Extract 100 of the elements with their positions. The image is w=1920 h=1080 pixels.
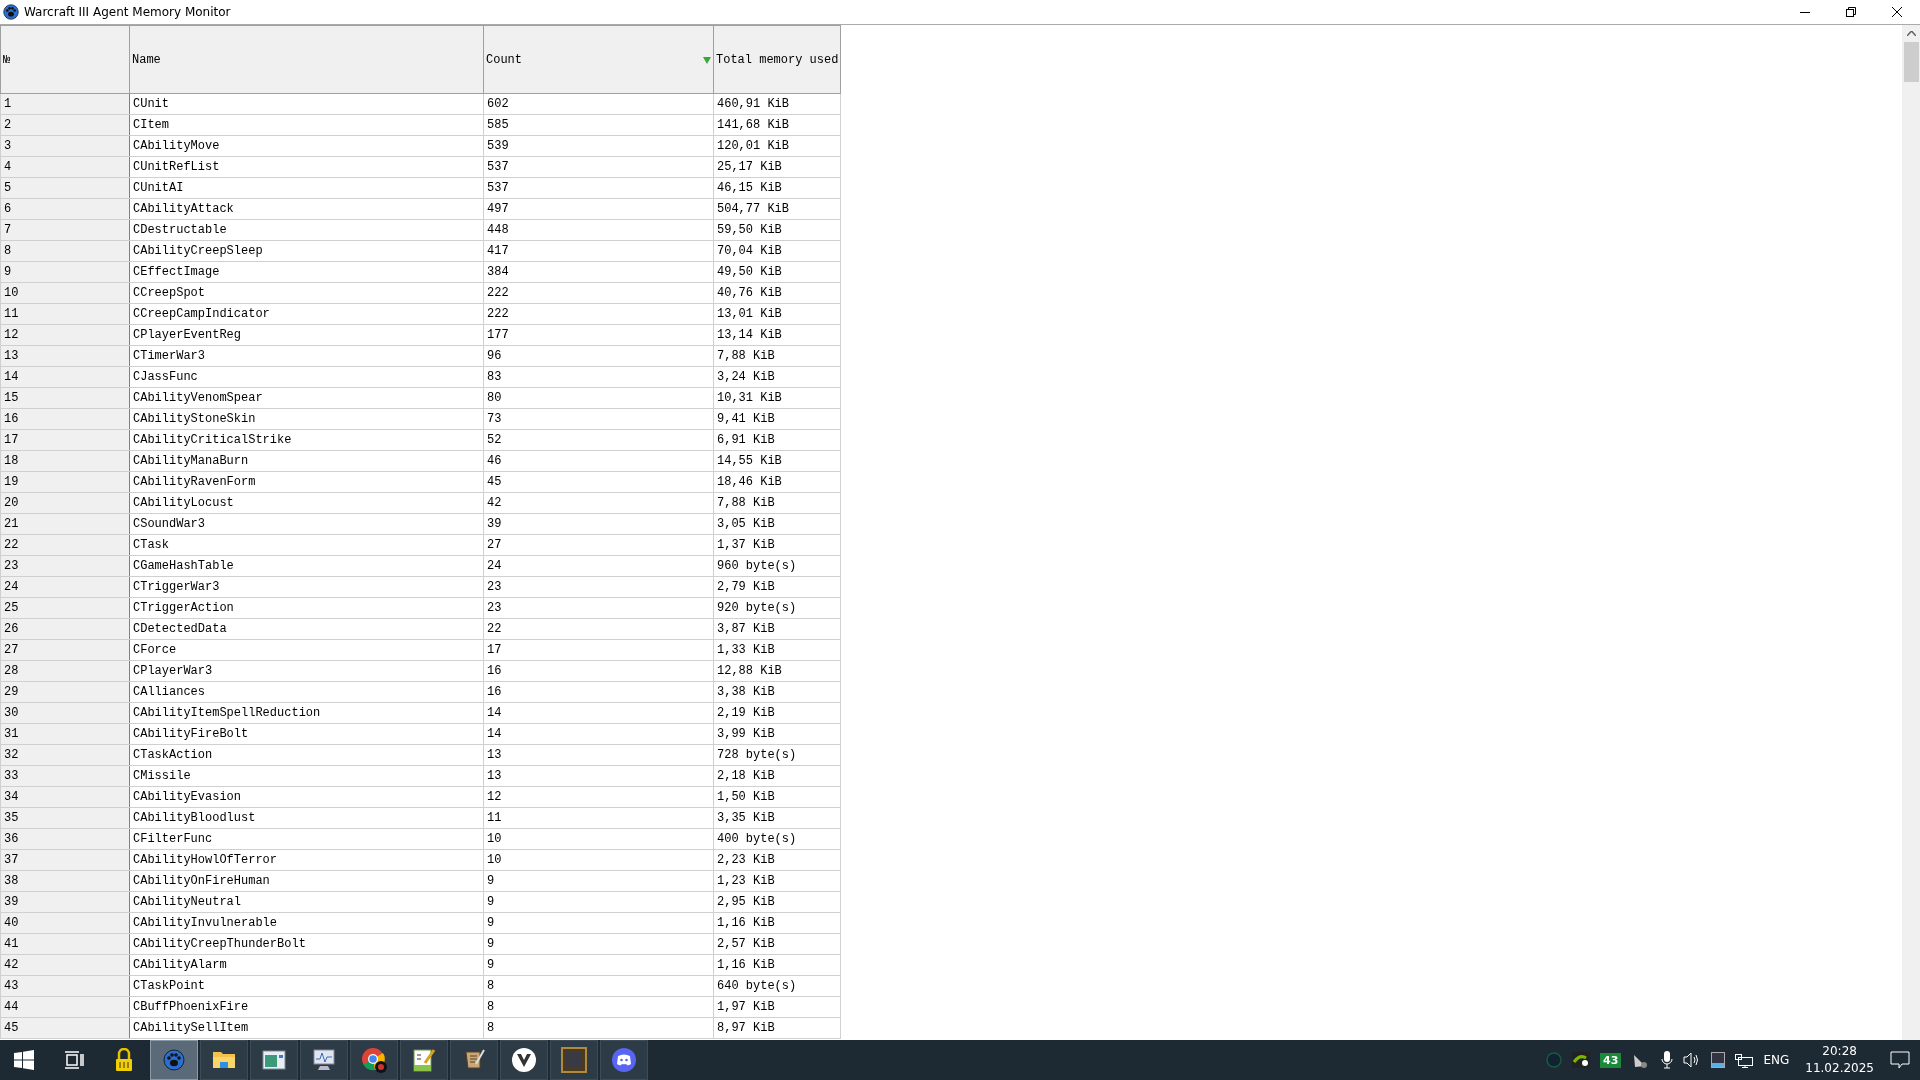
system-clock[interactable]: 20:28 11.02.2025 [1799, 1043, 1880, 1077]
row-number: 38 [0, 870, 130, 892]
memory-used: 9,41 KiB [713, 408, 841, 430]
class-name: CTaskPoint [129, 975, 484, 997]
instance-count: 497 [483, 198, 714, 220]
instance-count: 16 [483, 681, 714, 703]
task-view-icon [64, 1051, 84, 1069]
instance-count: 52 [483, 429, 714, 451]
class-name: CTriggerAction [129, 597, 484, 619]
vertical-scrollbar[interactable] [1902, 25, 1920, 1040]
memory-used: 7,88 KiB [713, 345, 841, 367]
memory-used: 1,50 KiB [713, 786, 841, 808]
microphone-icon[interactable] [1661, 1051, 1674, 1069]
memory-used: 1,37 KiB [713, 534, 841, 556]
row-number: 45 [0, 1017, 130, 1039]
notification-icon[interactable] [1890, 1051, 1910, 1069]
instance-count: 537 [483, 156, 714, 178]
battery-icon[interactable] [1711, 1052, 1726, 1068]
column-header[interactable]: Name [129, 25, 484, 94]
instance-count: 9 [483, 912, 714, 934]
memory-used: 640 byte(s) [713, 975, 841, 997]
instance-count: 23 [483, 597, 714, 619]
row-number: 31 [0, 723, 130, 745]
notepad-icon [412, 1047, 436, 1073]
memory-used: 46,15 KiB [713, 177, 841, 199]
scrollbar-thumb[interactable] [1903, 42, 1919, 82]
row-number: 16 [0, 408, 130, 430]
class-name: CDetectedData [129, 618, 484, 640]
row-number: 1 [0, 93, 130, 115]
class-name: CDestructable [129, 219, 484, 241]
scroll-up-icon[interactable] [1906, 31, 1916, 36]
instance-count: 10 [483, 849, 714, 871]
taskbar-button[interactable] [600, 1040, 648, 1080]
chat-app-icon [611, 1047, 637, 1073]
taskbar-button[interactable] [400, 1040, 448, 1080]
column-header[interactable]: № [0, 25, 130, 94]
class-name: CAbilityOnFireHuman [129, 870, 484, 892]
instance-count: 13 [483, 744, 714, 766]
memory-used: 3,87 KiB [713, 618, 841, 640]
instance-count: 14 [483, 702, 714, 724]
row-number: 14 [0, 366, 130, 388]
instance-count: 39 [483, 513, 714, 535]
memory-used: 1,23 KiB [713, 870, 841, 892]
memory-used: 728 byte(s) [713, 744, 841, 766]
memory-used: 6,91 KiB [713, 429, 841, 451]
class-name: CFilterFunc [129, 828, 484, 850]
minimize-icon [1800, 11, 1810, 13]
graphics-card-icon[interactable] [1572, 1052, 1591, 1068]
class-name: CEffectImage [129, 261, 484, 283]
paw-icon [163, 1049, 185, 1071]
instance-count: 8 [483, 975, 714, 997]
row-number: 41 [0, 933, 130, 955]
taskbar-button[interactable] [350, 1040, 398, 1080]
network-icon[interactable] [1735, 1052, 1754, 1068]
taskbar-button[interactable] [200, 1040, 248, 1080]
instance-count: 10 [483, 828, 714, 850]
row-number: 20 [0, 492, 130, 514]
row-number: 27 [0, 639, 130, 661]
row-number: 40 [0, 912, 130, 934]
memory-used: 7,88 KiB [713, 492, 841, 514]
instance-count: 539 [483, 135, 714, 157]
class-name: CAbilityLocust [129, 492, 484, 514]
class-name: CAbilityVenomSpear [129, 387, 484, 409]
class-name: CAbilitySellItem [129, 1017, 484, 1039]
row-number: 33 [0, 765, 130, 787]
folder-icon [212, 1050, 236, 1070]
taskbar-button[interactable] [150, 1040, 198, 1080]
column-header[interactable]: Total memory used [713, 25, 841, 94]
memory-used: 10,31 KiB [713, 387, 841, 409]
class-name: CAbilityRavenForm [129, 471, 484, 493]
class-name: CAbilityHowlOfTerror [129, 849, 484, 871]
taskbar-button[interactable] [450, 1040, 498, 1080]
padlock-icon [115, 1048, 133, 1072]
taskbar-button[interactable] [300, 1040, 348, 1080]
memory-used: 18,46 KiB [713, 471, 841, 493]
temperature-badge[interactable]: 43 [1600, 1052, 1622, 1068]
instance-count: 417 [483, 240, 714, 262]
instance-count: 9 [483, 933, 714, 955]
instance-count: 17 [483, 639, 714, 661]
row-number: 39 [0, 891, 130, 913]
row-number: 30 [0, 702, 130, 724]
class-name: CUnitRefList [129, 156, 484, 178]
row-number: 37 [0, 849, 130, 871]
memory-used: 2,95 KiB [713, 891, 841, 913]
app-icon [3, 4, 19, 20]
monitor-icon [311, 1048, 337, 1072]
input-language[interactable]: ENG [1763, 1053, 1790, 1067]
instance-count: 8 [483, 996, 714, 1018]
taskbar-button[interactable] [250, 1040, 298, 1080]
class-name: CCreepSpot [129, 282, 484, 304]
row-number: 28 [0, 660, 130, 682]
row-number: 7 [0, 219, 130, 241]
taskbar-button[interactable] [500, 1040, 548, 1080]
instance-count: 537 [483, 177, 714, 199]
memory-used: 13,01 KiB [713, 303, 841, 325]
row-number: 4 [0, 156, 130, 178]
class-name: CMissile [129, 765, 484, 787]
memory-used: 120,01 KiB [713, 135, 841, 157]
row-number: 12 [0, 324, 130, 346]
column-header[interactable]: Count [483, 25, 714, 94]
